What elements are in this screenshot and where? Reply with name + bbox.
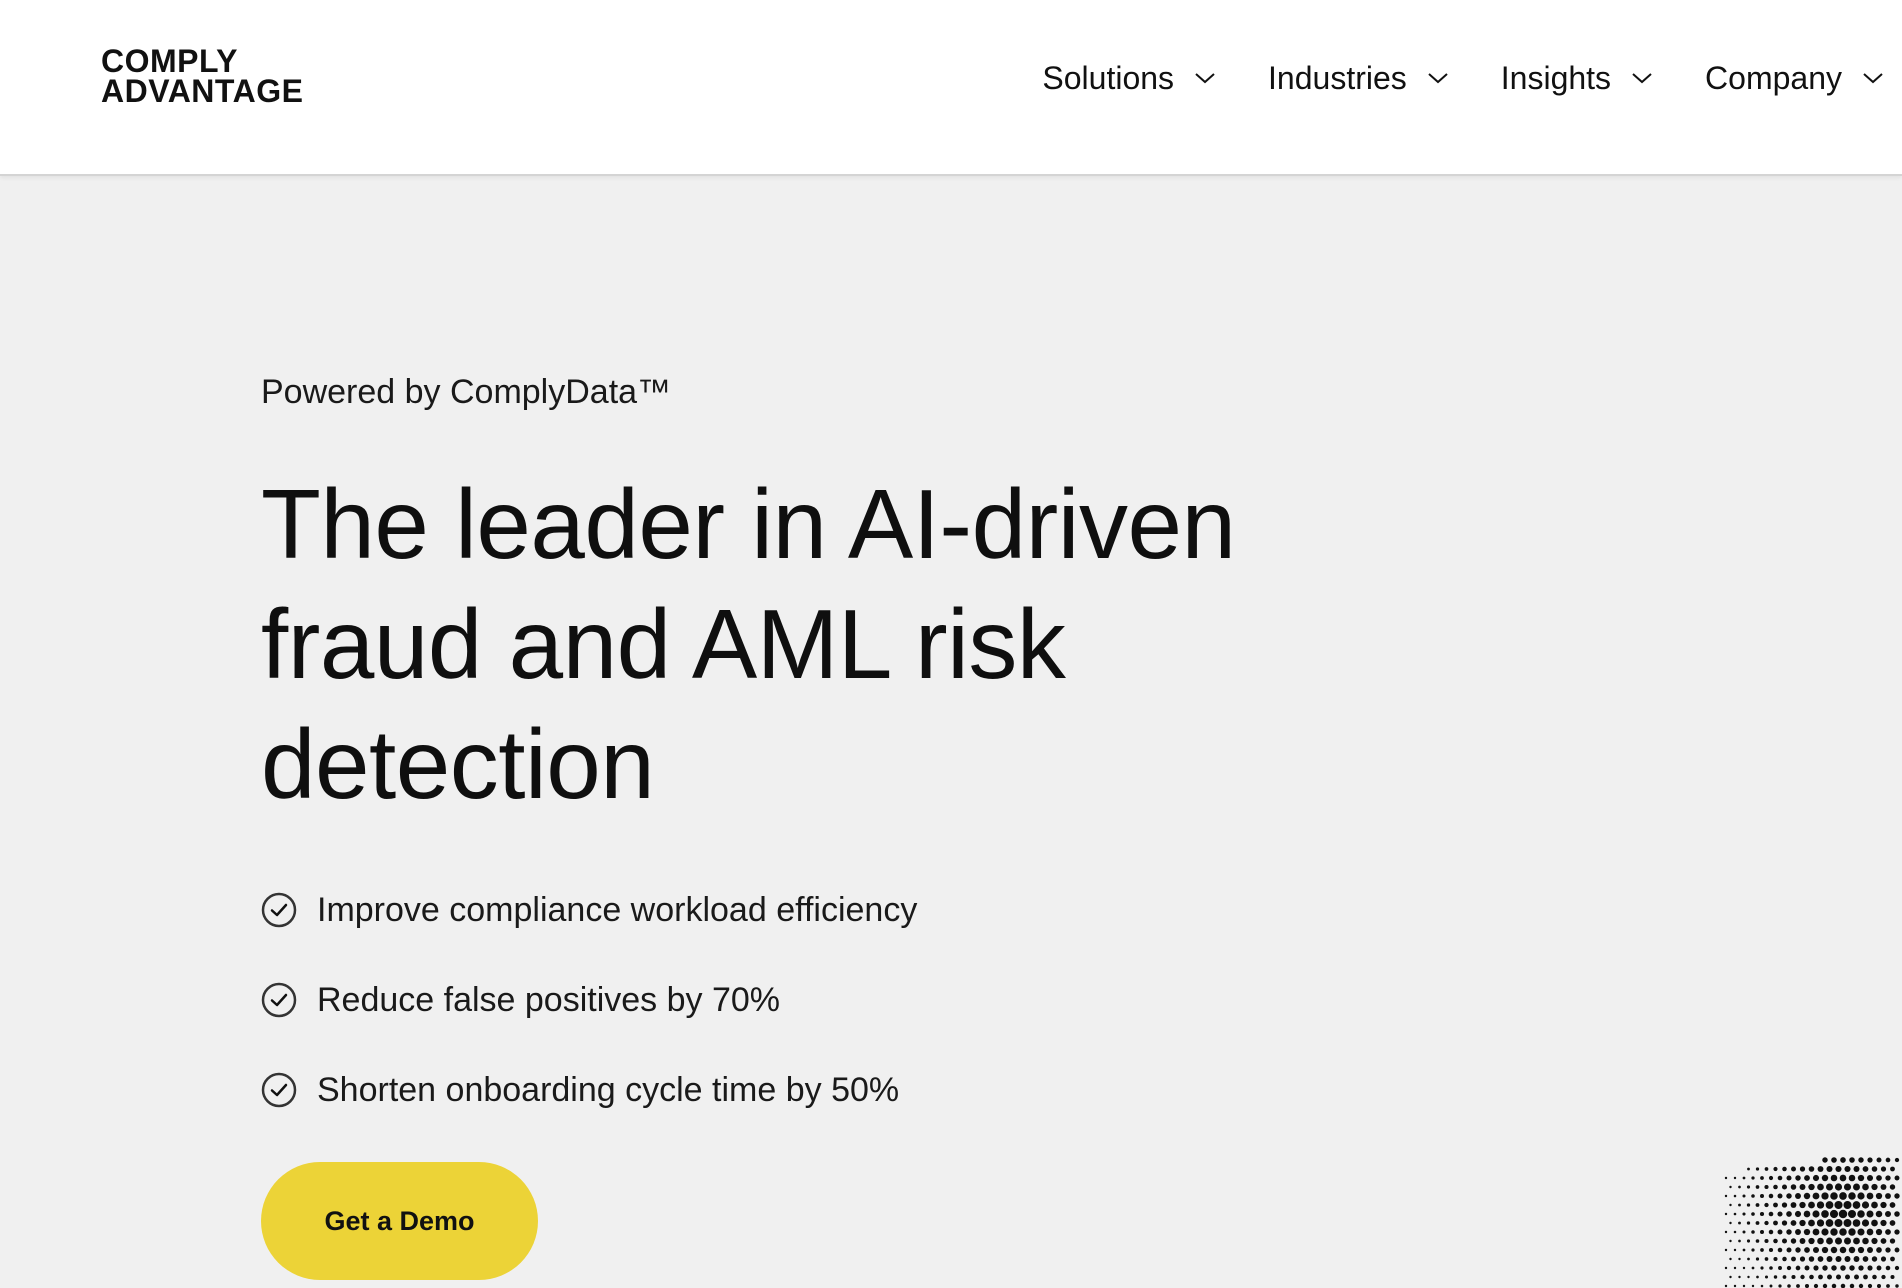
check-circle-icon	[261, 892, 297, 928]
nav-item-company[interactable]: Company	[1705, 60, 1884, 97]
benefit-item: Improve compliance workload efficiency	[261, 880, 1361, 940]
main-nav: Solutions Industries Insights Company	[1042, 56, 1902, 100]
hero-section: Powered by ComplyData™ The leader in AI-…	[261, 370, 1361, 1150]
logo-line-1: COMPLY	[101, 43, 238, 79]
hero-headline: The leader in AI-driven fraud and AML ri…	[261, 469, 1236, 819]
get-demo-button[interactable]: Get a Demo	[261, 1162, 538, 1280]
nav-item-label: Insights	[1500, 59, 1612, 96]
logo-line-2: ADVANTAGE	[101, 73, 304, 109]
nav-item-insights[interactable]: Insights	[1501, 60, 1653, 97]
benefit-item: Reduce false positives by 70%	[261, 970, 1361, 1030]
site-header: COMPLY ADVANTAGE Solutions Industries In…	[0, 0, 1902, 176]
benefit-text: Improve compliance workload efficiency	[317, 891, 918, 929]
check-circle-icon	[261, 982, 297, 1018]
halftone-graphic	[1724, 1157, 1900, 1288]
chevron-down-icon	[1632, 73, 1652, 84]
nav-item-label: Solutions	[1042, 59, 1175, 96]
nav-item-label: Company	[1705, 59, 1842, 96]
chevron-down-icon	[1863, 73, 1883, 84]
chevron-down-icon	[1195, 73, 1215, 84]
nav-item-industries[interactable]: Industries	[1268, 60, 1449, 97]
benefit-item: Shorten onboarding cycle time by 50%	[261, 1060, 1361, 1120]
chevron-down-icon	[1428, 73, 1448, 84]
nav-item-solutions[interactable]: Solutions	[1042, 60, 1216, 97]
nav-item-label: Industries	[1268, 59, 1407, 96]
benefit-text: Reduce false positives by 70%	[317, 981, 781, 1019]
check-circle-icon	[261, 1072, 297, 1108]
benefit-text: Shorten onboarding cycle time by 50%	[317, 1071, 900, 1109]
benefits-list: Improve compliance workload efficiency R…	[261, 880, 1361, 1120]
logo[interactable]: COMPLY ADVANTAGE	[101, 43, 304, 109]
hero-eyebrow: Powered by ComplyData™	[261, 373, 672, 411]
